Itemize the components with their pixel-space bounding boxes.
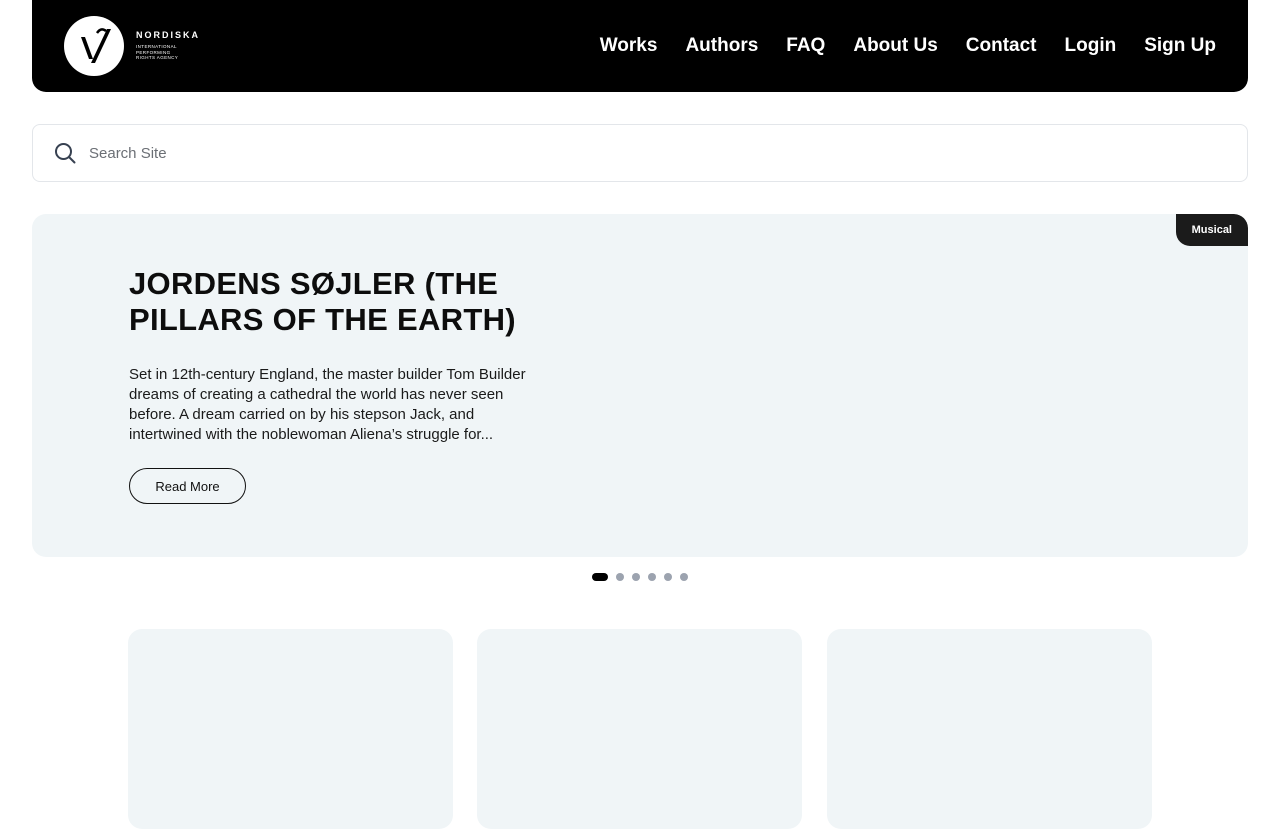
work-card-2[interactable] [477, 629, 802, 829]
site-logo[interactable]: NORDISKA International Performing Rights… [64, 16, 200, 76]
main-nav: Works Authors FAQ About Us Contact Login… [600, 35, 1216, 57]
work-card-3[interactable] [827, 629, 1152, 829]
search-input[interactable] [89, 144, 1189, 162]
carousel-dot-5[interactable] [664, 573, 672, 581]
logo-subtitle: International Performing Rights Agency [136, 44, 179, 61]
hero-title: JORDENS SØJLER (THE PILLARS OF THE EARTH… [129, 266, 516, 337]
nav-authors[interactable]: Authors [685, 35, 758, 57]
search-bar [32, 124, 1248, 182]
logo-mark-icon [64, 16, 124, 76]
nav-about-us[interactable]: About Us [853, 35, 937, 57]
nav-works[interactable]: Works [600, 35, 658, 57]
read-more-button[interactable]: Read More [129, 468, 246, 504]
nav-faq[interactable]: FAQ [786, 35, 825, 57]
hero-description: Set in 12th-century England, the master … [129, 366, 526, 443]
nav-sign-up[interactable]: Sign Up [1144, 35, 1216, 57]
hero-slide: Musical JORDENS SØJLER (THE PILLARS OF T… [32, 214, 1248, 557]
work-card-1[interactable] [128, 629, 453, 829]
carousel-dot-6[interactable] [680, 573, 688, 581]
carousel-dot-2[interactable] [616, 573, 624, 581]
carousel-dot-1[interactable] [592, 573, 608, 581]
category-badge: Musical [1175, 214, 1248, 246]
nav-contact[interactable]: Contact [966, 35, 1037, 57]
logo-name: NORDISKA [136, 30, 201, 41]
logo-text: NORDISKA International Performing Rights… [136, 31, 200, 61]
nav-login[interactable]: Login [1065, 35, 1117, 57]
search-icon[interactable] [53, 141, 77, 165]
site-header: NORDISKA International Performing Rights… [32, 0, 1248, 92]
carousel-dot-3[interactable] [632, 573, 640, 581]
carousel-dot-4[interactable] [648, 573, 656, 581]
carousel-dots [0, 573, 1280, 581]
